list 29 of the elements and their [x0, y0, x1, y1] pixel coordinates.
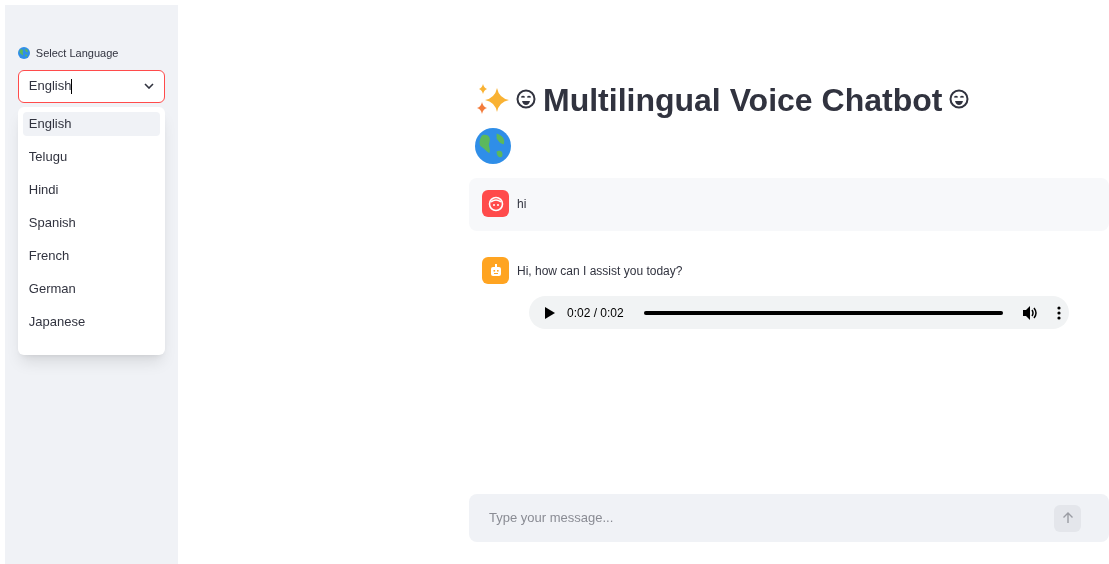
grinning-face-icon: [515, 89, 537, 111]
message-text: hi: [517, 195, 527, 213]
language-select[interactable]: English: [17, 69, 165, 103]
audio-time: 0:02 / 0:02: [567, 304, 624, 322]
globe-icon: [475, 128, 511, 164]
message-input[interactable]: Type your message...: [489, 508, 1054, 528]
language-option[interactable]: German: [22, 276, 160, 301]
volume-icon[interactable]: [1023, 305, 1037, 320]
globe-icon: [17, 47, 30, 60]
chevron-down-icon: [144, 83, 154, 89]
select-label: Select Language: [35, 46, 119, 61]
more-icon[interactable]: [1057, 305, 1061, 320]
audio-player[interactable]: 0:02 / 0:02: [529, 296, 1069, 329]
language-option[interactable]: Spanish: [22, 210, 160, 235]
language-option[interactable]: Telugu: [22, 144, 160, 169]
progress-bar[interactable]: [643, 310, 1003, 315]
user-avatar-icon: [482, 190, 509, 217]
language-option[interactable]: French: [22, 243, 160, 268]
select-value: English: [28, 77, 74, 96]
robot-avatar-icon: [482, 257, 509, 284]
language-option[interactable]: Japanese: [22, 309, 160, 334]
play-icon[interactable]: [545, 306, 555, 319]
language-option[interactable]: Hindi: [22, 177, 160, 202]
message-text: Hi, how can I assist you today?: [517, 262, 683, 280]
page-title: Multilingual Voice Chatbot: [543, 81, 943, 120]
language-option[interactable]: English: [22, 111, 160, 136]
chat-input[interactable]: Type your message...: [469, 494, 1109, 542]
grinning-face-icon: [948, 89, 971, 111]
arrow-up-icon: [1061, 512, 1074, 524]
